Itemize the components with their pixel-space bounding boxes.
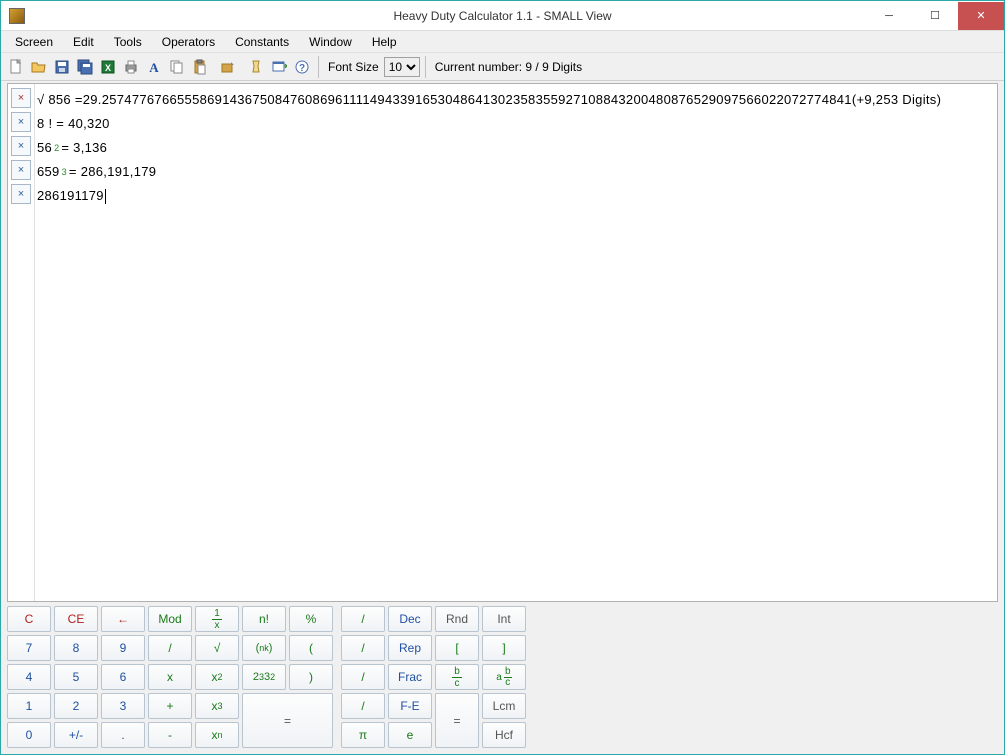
key-dec[interactable]: Dec xyxy=(388,606,432,632)
key-rep[interactable]: Rep xyxy=(388,635,432,661)
new-icon[interactable] xyxy=(5,56,27,78)
font-size-select[interactable]: 10 xyxy=(384,57,420,77)
timer-icon[interactable] xyxy=(245,56,267,78)
history-line: √ 856 = 29.25747767665558691436750847608… xyxy=(37,88,993,112)
menu-edit[interactable]: Edit xyxy=(63,32,104,52)
key-div-3[interactable]: / xyxy=(341,664,385,690)
key-2[interactable]: 2 xyxy=(54,693,98,719)
settings-icon[interactable] xyxy=(217,56,239,78)
key-frac[interactable]: Frac xyxy=(388,664,432,690)
delete-line-button[interactable]: × xyxy=(11,160,31,180)
key-4[interactable]: 4 xyxy=(7,664,51,690)
svg-text:X: X xyxy=(105,63,111,73)
help-icon[interactable]: ? xyxy=(291,56,313,78)
paste-icon[interactable] xyxy=(189,56,211,78)
window-title: Heavy Duty Calculator 1.1 - SMALL View xyxy=(1,9,1004,23)
key-bracket-close[interactable]: ] xyxy=(482,635,526,661)
key-e[interactable]: e xyxy=(388,722,432,748)
keypad: C CE ← Mod 1x n! % 7 8 9 / √ (nk) ( 4 5 … xyxy=(7,606,998,748)
delete-line-button[interactable]: × xyxy=(11,112,31,132)
key-clear[interactable]: C xyxy=(7,606,51,632)
key-6[interactable]: 6 xyxy=(101,664,145,690)
key-reciprocal[interactable]: 1x xyxy=(195,606,239,632)
key-sqrt[interactable]: √ xyxy=(195,635,239,661)
key-0[interactable]: 0 xyxy=(7,722,51,748)
key-factorial[interactable]: n! xyxy=(242,606,286,632)
work-area: × × × × × √ 856 = 29.2574776766555869143… xyxy=(1,81,1004,754)
key-lcm[interactable]: Lcm xyxy=(482,693,526,719)
key-percent[interactable]: % xyxy=(289,606,333,632)
key-rnd[interactable]: Rnd xyxy=(435,606,479,632)
menu-operators[interactable]: Operators xyxy=(152,32,225,52)
key-8[interactable]: 8 xyxy=(54,635,98,661)
key-x-cubed[interactable]: x3 xyxy=(195,693,239,719)
key-b-over-c[interactable]: bc xyxy=(435,664,479,690)
history-line: 6593 = 286,191,179 xyxy=(37,160,993,184)
key-pi[interactable]: π xyxy=(341,722,385,748)
key-decimal[interactable]: . xyxy=(101,722,145,748)
excel-icon[interactable]: X xyxy=(97,56,119,78)
input-line[interactable]: 286191179 xyxy=(37,184,993,208)
key-binomial[interactable]: (nk) xyxy=(242,635,286,661)
menu-help[interactable]: Help xyxy=(362,32,407,52)
key-divide[interactable]: / xyxy=(148,635,192,661)
key-a-b-over-c[interactable]: abc xyxy=(482,664,526,690)
key-7[interactable]: 7 xyxy=(7,635,51,661)
status-text: Current number: 9 / 9 Digits xyxy=(431,60,586,74)
key-sign[interactable]: +/- xyxy=(54,722,98,748)
menu-constants[interactable]: Constants xyxy=(225,32,299,52)
key-div-1[interactable]: / xyxy=(341,606,385,632)
key-equals[interactable]: = xyxy=(242,693,333,748)
key-bracket-open[interactable]: [ xyxy=(435,635,479,661)
history-line: 562 = 3,136 xyxy=(37,136,993,160)
history-line: 8 ! = 40,320 xyxy=(37,112,993,136)
key-div-4[interactable]: / xyxy=(341,693,385,719)
open-icon[interactable] xyxy=(28,56,50,78)
key-equals-2[interactable]: = xyxy=(435,693,479,748)
font-size-label: Font Size xyxy=(324,60,383,74)
titlebar: Heavy Duty Calculator 1.1 - SMALL View ─… xyxy=(1,1,1004,31)
toolbar: X A ? Font Size 10 Current number: 9 / 9… xyxy=(1,53,1004,81)
key-3[interactable]: 3 xyxy=(101,693,145,719)
history-box: × × × × × √ 856 = 29.2574776766555869143… xyxy=(7,83,998,602)
menu-window[interactable]: Window xyxy=(299,32,362,52)
key-mod[interactable]: Mod xyxy=(148,606,192,632)
delete-line-button[interactable]: × xyxy=(11,136,31,156)
layout-icon[interactable] xyxy=(268,56,290,78)
menubar: Screen Edit Tools Operators Constants Wi… xyxy=(1,31,1004,53)
key-minus[interactable]: - xyxy=(148,722,192,748)
keypad-left: C CE ← Mod 1x n! % 7 8 9 / √ (nk) ( 4 5 … xyxy=(7,606,333,748)
key-plus[interactable]: + xyxy=(148,693,192,719)
key-hcf[interactable]: Hcf xyxy=(482,722,526,748)
delete-line-button[interactable]: × xyxy=(11,184,31,204)
key-prime-factor[interactable]: 2332 xyxy=(242,664,286,690)
key-int[interactable]: Int xyxy=(482,606,526,632)
key-1[interactable]: 1 xyxy=(7,693,51,719)
keypad-right: / Dec Rnd Int / Rep [ ] / Frac bc abc / … xyxy=(341,606,526,748)
save-all-icon[interactable] xyxy=(74,56,96,78)
app-window: Heavy Duty Calculator 1.1 - SMALL View ─… xyxy=(0,0,1005,755)
key-f-e[interactable]: F-E xyxy=(388,693,432,719)
delete-line-button[interactable]: × xyxy=(11,88,31,108)
save-icon[interactable] xyxy=(51,56,73,78)
copy-icon[interactable] xyxy=(166,56,188,78)
key-paren-close[interactable]: ) xyxy=(289,664,333,690)
key-paren-open[interactable]: ( xyxy=(289,635,333,661)
key-9[interactable]: 9 xyxy=(101,635,145,661)
svg-text:A: A xyxy=(149,60,159,75)
key-backspace[interactable]: ← xyxy=(101,606,145,632)
key-div-2[interactable]: / xyxy=(341,635,385,661)
menu-tools[interactable]: Tools xyxy=(104,32,152,52)
svg-text:?: ? xyxy=(299,63,305,74)
print-icon[interactable] xyxy=(120,56,142,78)
key-x-power-n[interactable]: xn xyxy=(195,722,239,748)
history-lines[interactable]: √ 856 = 29.25747767665558691436750847608… xyxy=(34,84,997,601)
key-x-squared[interactable]: x2 xyxy=(195,664,239,690)
font-icon[interactable]: A xyxy=(143,56,165,78)
delete-column: × × × × × xyxy=(8,84,34,601)
key-clear-entry[interactable]: CE xyxy=(54,606,98,632)
key-multiply[interactable]: x xyxy=(148,664,192,690)
menu-screen[interactable]: Screen xyxy=(5,32,63,52)
key-5[interactable]: 5 xyxy=(54,664,98,690)
